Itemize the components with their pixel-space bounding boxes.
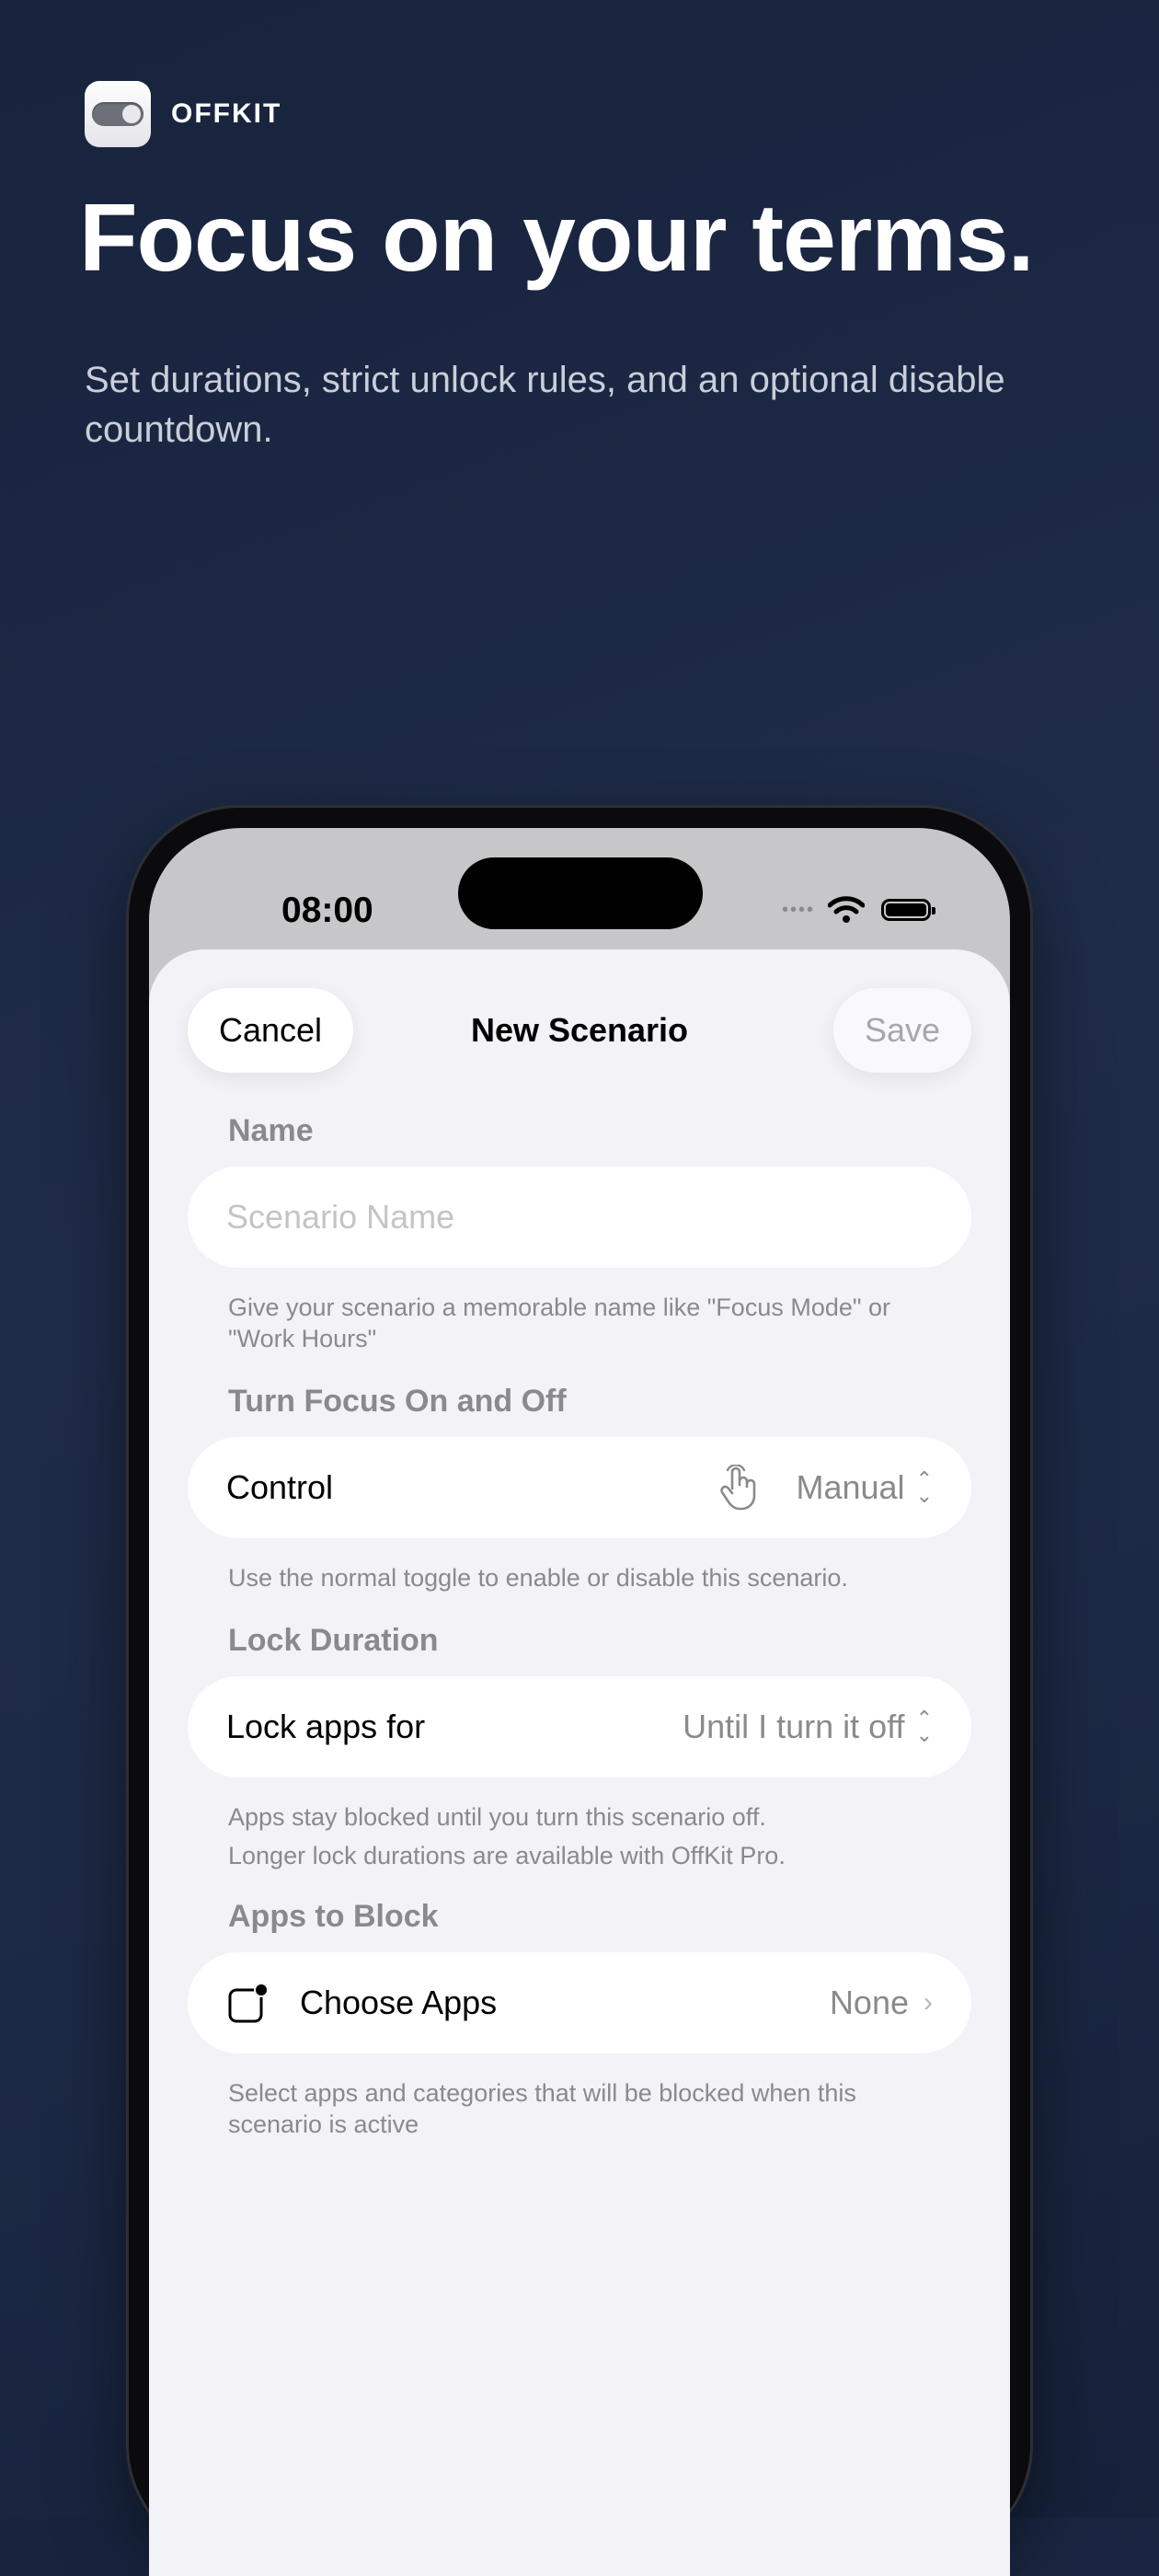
- new-scenario-sheet: Cancel New Scenario Save Name Scenario N…: [149, 949, 1010, 2576]
- subhead: Set durations, strict unlock rules, and …: [85, 360, 1005, 450]
- duration-footnote-2: Longer lock durations are available with…: [228, 1842, 786, 1869]
- lock-duration-label: Lock apps for: [226, 1708, 426, 1745]
- apps-footnote: Select apps and categories that will be …: [228, 2079, 856, 2138]
- brand-header: OFFKIT: [85, 81, 281, 147]
- phone-frame: 08:00 •••• Cancel New Scenario Save Name…: [129, 808, 1030, 2576]
- phone-screen: 08:00 •••• Cancel New Scenario Save Name…: [149, 828, 1010, 2576]
- control-footnote: Use the normal toggle to enable or disab…: [228, 1564, 848, 1592]
- name-section-label: Name: [228, 1113, 314, 1148]
- status-icons: ••••: [781, 896, 935, 924]
- lock-duration-picker-row[interactable]: Lock apps for Until I turn it off ⌃ ⌄: [188, 1676, 971, 1777]
- choose-apps-row[interactable]: Choose Apps None ›: [188, 1952, 971, 2053]
- toggle-switch-icon: [85, 81, 151, 147]
- chevron-right-icon: ›: [924, 1987, 933, 2018]
- chevron-updown-icon: ⌃ ⌄: [915, 1467, 933, 1507]
- save-button[interactable]: Save: [833, 988, 971, 1073]
- wifi-icon: [828, 896, 865, 923]
- apps-section-label: Apps to Block: [228, 1899, 439, 1934]
- choose-apps-label: Choose Apps: [300, 1984, 498, 2021]
- control-label: Control: [226, 1468, 334, 1506]
- name-footnote: Give your scenario a memorable name like…: [228, 1294, 890, 1352]
- battery-icon: [881, 899, 935, 921]
- scenario-name-input[interactable]: Scenario Name: [188, 1167, 971, 1268]
- chevron-updown-icon: ⌃ ⌄: [915, 1707, 933, 1746]
- duration-footnote-1: Apps stay blocked until you turn this sc…: [228, 1803, 766, 1831]
- brand-name: OFFKIT: [171, 98, 282, 129]
- choose-apps-value: None: [829, 1984, 909, 2021]
- dynamic-island: [458, 857, 703, 929]
- status-time: 08:00: [281, 891, 373, 930]
- signal-icon: ••••: [781, 899, 815, 920]
- scenario-name-placeholder: Scenario Name: [226, 1198, 455, 1236]
- app-badge-icon: [226, 1981, 270, 2025]
- control-value: Manual: [796, 1468, 905, 1506]
- lock-duration-value: Until I turn it off: [683, 1708, 905, 1745]
- control-section-label: Turn Focus On and Off: [228, 1384, 567, 1419]
- control-picker-row[interactable]: Control Manual ⌃ ⌄: [188, 1437, 971, 1538]
- hand-pointer-icon: [718, 1465, 759, 1511]
- duration-section-label: Lock Duration: [228, 1623, 439, 1658]
- headline: Focus on your terms.: [79, 185, 1035, 292]
